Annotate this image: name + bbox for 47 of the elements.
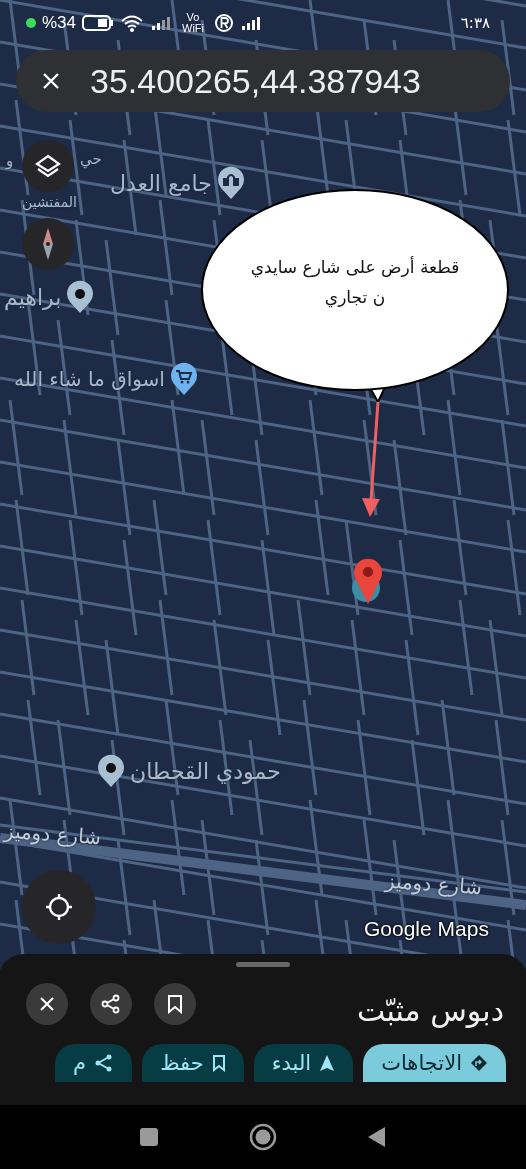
status-dot-icon [26, 18, 36, 28]
location-pin-icon[interactable] [352, 558, 382, 604]
layers-icon [34, 152, 62, 180]
place-title: دبوس مثبّت [357, 993, 504, 1028]
map-label[interactable]: براهيم [4, 284, 62, 310]
bookmark-icon [211, 1054, 226, 1072]
share-chip-button[interactable]: م [55, 1044, 133, 1082]
map-label[interactable]: جامع العدل [110, 170, 212, 196]
recents-icon[interactable] [139, 1127, 159, 1147]
battery-percent: %34 [42, 13, 77, 33]
mosque-pin-icon[interactable] [215, 166, 246, 200]
signal-icon [150, 15, 173, 31]
wifi-icon [120, 14, 145, 32]
close-icon [38, 994, 56, 1013]
map-label[interactable]: المفتشين [22, 194, 77, 210]
clock: ٦:٣٨ [460, 14, 490, 32]
directions-icon [470, 1054, 488, 1072]
location-target-icon [44, 892, 74, 922]
start-button[interactable]: البدء [253, 1044, 354, 1082]
map-label[interactable]: و [6, 152, 14, 170]
map-attribution: Google Maps [364, 917, 489, 941]
back-icon[interactable] [367, 1126, 387, 1148]
map-label[interactable]: حي [80, 150, 102, 168]
save-button[interactable] [154, 982, 196, 1025]
bookmark-icon [167, 993, 183, 1014]
home-icon[interactable] [249, 1123, 277, 1151]
annotation-text: قطعة أرض على شارع سايدي ن تجاري [249, 255, 461, 310]
roaming-icon [214, 13, 235, 33]
map-label[interactable]: اسواق ما شاء الله [14, 367, 165, 391]
close-button[interactable] [26, 982, 68, 1025]
street-label[interactable]: شارع دوميز [3, 818, 102, 850]
share-icon [101, 993, 121, 1014]
place-pin-icon[interactable] [96, 754, 126, 788]
shopping-cart-pin-icon[interactable] [168, 362, 199, 396]
save-chip-button[interactable]: حفظ [142, 1044, 244, 1082]
place-pin-icon[interactable] [65, 280, 96, 314]
battery-icon [82, 15, 115, 31]
map-label[interactable]: حمودي القحطان [130, 758, 281, 784]
navigation-arrow-icon [319, 1054, 336, 1072]
search-value: 35.400265,44.387943 [90, 61, 421, 101]
street-label[interactable]: شارع دوميز [384, 868, 483, 900]
search-field[interactable]: 35.400265,44.387943 [16, 50, 510, 112]
directions-button[interactable]: الاتجاهات [363, 1044, 506, 1082]
compass-icon [40, 227, 56, 261]
wifi-calling-label: Vo WiFi [181, 12, 206, 34]
share-button[interactable] [90, 982, 132, 1025]
drag-handle[interactable] [236, 962, 290, 967]
